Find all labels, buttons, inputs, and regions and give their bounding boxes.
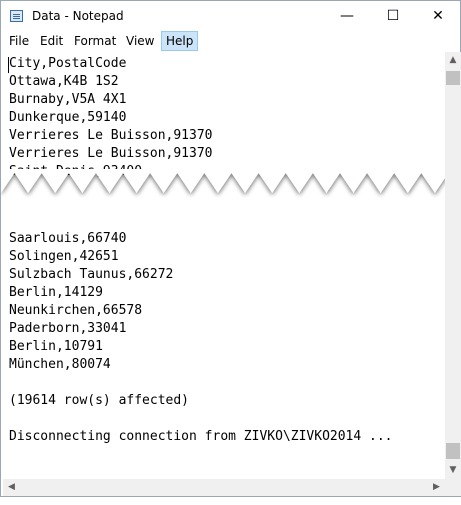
scroll-down-arrow-icon[interactable]: ▼ xyxy=(445,462,461,479)
vertical-scroll-thumb[interactable] xyxy=(446,71,460,85)
text-line: Saarlouis,66740 xyxy=(9,231,127,246)
close-icon: ✕ xyxy=(432,8,444,24)
text-caret xyxy=(8,57,9,73)
scrollbar-corner xyxy=(445,479,461,496)
text-line: Neunkirchen,66578 xyxy=(9,303,143,318)
torn-edge-effect xyxy=(1,169,461,229)
menu-help[interactable]: Help xyxy=(161,31,199,51)
text-line: Verrieres Le Buisson,91370 xyxy=(9,128,213,143)
scroll-up-arrow-icon[interactable]: ▲ xyxy=(445,52,461,69)
text-line: München,80074 xyxy=(9,357,111,372)
horizontal-scrollbar[interactable]: ◀ ▶ xyxy=(3,479,445,496)
text-line: Solingen,42651 xyxy=(9,249,119,264)
scroll-left-arrow-icon[interactable]: ◀ xyxy=(3,479,20,496)
vertical-scrollbar[interactable]: ▲ xyxy=(445,52,461,470)
text-line: Sulzbach Taunus,66272 xyxy=(9,267,174,282)
menu-bar: File Edit Format View Help xyxy=(1,31,460,51)
minimize-button[interactable]: — xyxy=(324,1,370,31)
text-line: Verrieres Le Buisson,91370 xyxy=(9,146,213,161)
vertical-scrollbar-lower[interactable]: ▼ xyxy=(445,441,461,479)
title-bar[interactable]: Data - Notepad — ☐ ✕ xyxy=(1,1,460,31)
close-button[interactable]: ✕ xyxy=(415,1,461,31)
text-line: Berlin,14129 xyxy=(9,285,103,300)
maximize-button[interactable]: ☐ xyxy=(370,1,416,31)
menu-edit[interactable]: Edit xyxy=(36,31,67,51)
text-line: (19614 row(s) affected) xyxy=(9,393,190,408)
maximize-icon: ☐ xyxy=(386,8,400,24)
menu-format[interactable]: Format xyxy=(70,31,120,51)
vertical-scroll-thumb-lower[interactable] xyxy=(446,443,460,459)
text-line: Ottawa,K4B 1S2 xyxy=(9,74,119,89)
text-line: Paderborn,33041 xyxy=(9,321,127,336)
notepad-window: Data - Notepad — ☐ ✕ File Edit Format Vi… xyxy=(0,0,461,497)
text-editor[interactable]: City,PostalCode Ottawa,K4B 1S2 Burnaby,V5A… xyxy=(3,52,445,496)
notepad-app-icon xyxy=(10,10,23,22)
minimize-icon: — xyxy=(340,8,354,24)
text-line: Burnaby,V5A 4X1 xyxy=(9,92,127,107)
text-line: City,PostalCode xyxy=(9,56,127,71)
text-line: Dunkerque,59140 xyxy=(9,110,127,125)
torn-edge-lower xyxy=(1,199,461,229)
menu-file[interactable]: File xyxy=(5,31,33,51)
text-line: Berlin,10791 xyxy=(9,339,103,354)
text-line: Disconnecting connection from ZIVKO\ZIVK… xyxy=(9,429,393,444)
menu-view[interactable]: View xyxy=(122,31,158,51)
scroll-right-arrow-icon[interactable]: ▶ xyxy=(428,479,445,496)
window-title: Data - Notepad xyxy=(32,9,124,23)
